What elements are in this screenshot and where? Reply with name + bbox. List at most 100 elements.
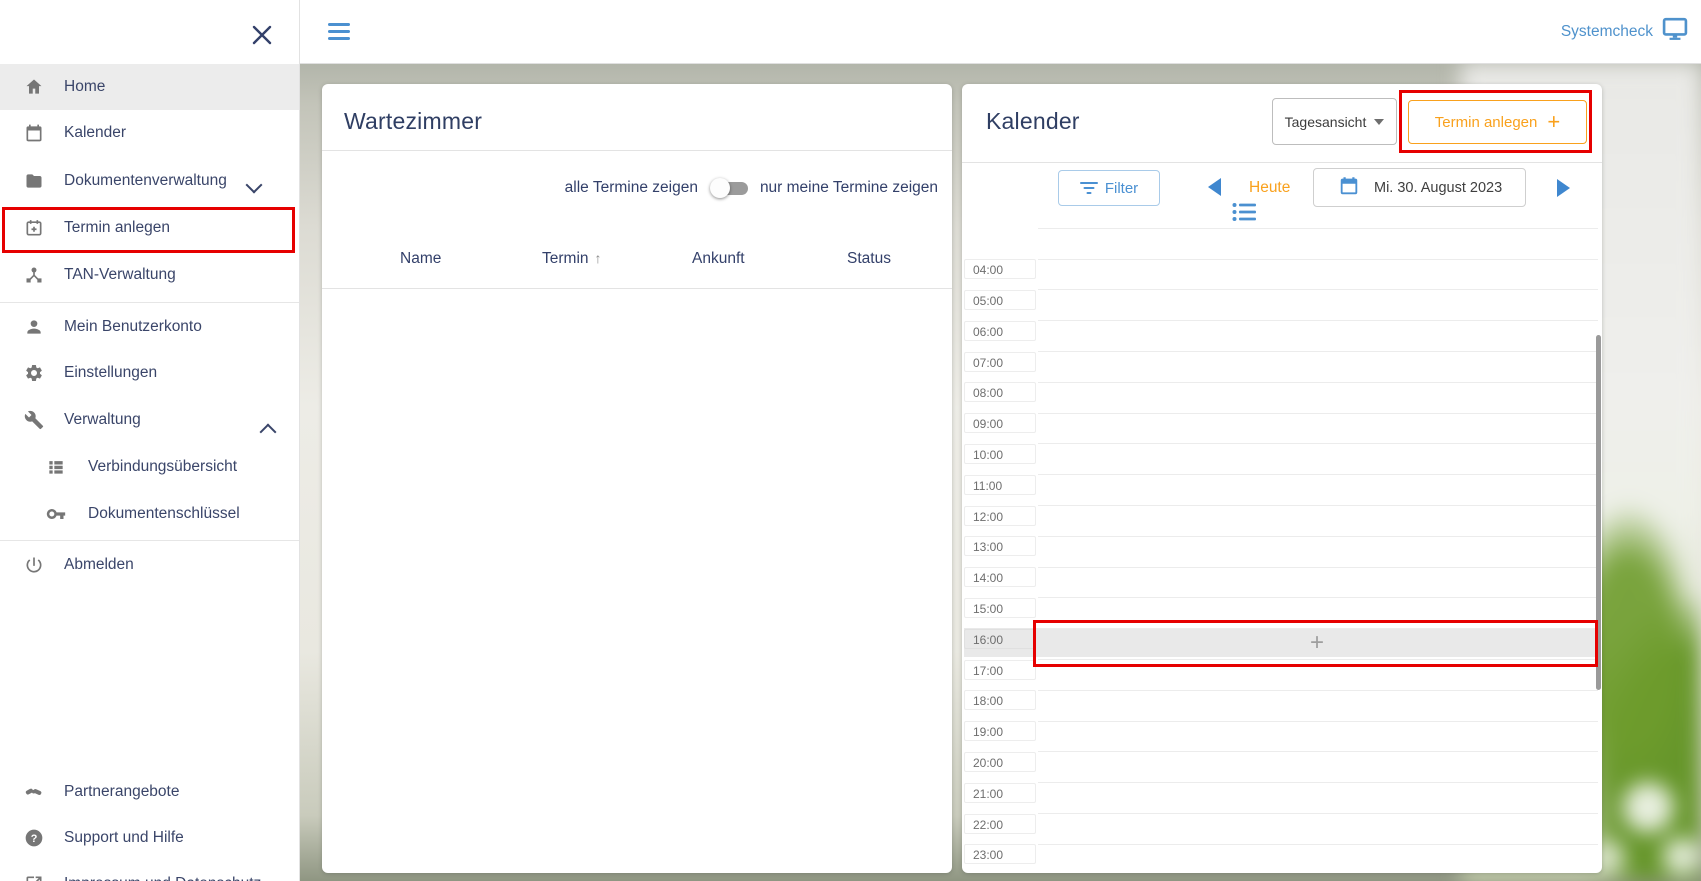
calendar-hour-line <box>1038 413 1598 414</box>
help-icon: ? <box>24 828 44 848</box>
time-label: 12:00 <box>964 506 1036 526</box>
sidebar-item-dokumentenschluessel[interactable]: Dokumentenschlüssel <box>0 491 299 537</box>
waiting-room-panel: Wartezimmer alle Termine zeigen nur mein… <box>322 84 952 873</box>
calendar-hour-line <box>1038 289 1598 290</box>
sidebar-item-label: Partnerangebote <box>64 783 179 801</box>
power-icon <box>24 555 44 575</box>
calendar-hour-line <box>1038 628 1598 629</box>
calendar-scrollbar[interactable] <box>1596 335 1601 690</box>
gear-icon <box>24 363 44 383</box>
monitor-icon <box>1661 17 1689 46</box>
toggle-left-label: alle Termine zeigen <box>565 179 698 197</box>
time-label: 08:00 <box>964 382 1036 402</box>
sidebar-item-label: Impressum und Datenschutz <box>64 875 261 881</box>
panel-divider <box>322 150 952 151</box>
close-icon[interactable] <box>250 23 274 47</box>
my-appointments-toggle[interactable] <box>710 178 748 198</box>
time-label: 23:00 <box>964 844 1036 864</box>
sidebar-item-abmelden[interactable]: Abmelden <box>0 542 299 588</box>
time-label: 22:00 <box>964 814 1036 834</box>
time-label: 05:00 <box>964 290 1036 310</box>
time-label: 20:00 <box>964 752 1036 772</box>
column-header-name: Name <box>400 250 441 270</box>
calendar-icon <box>24 123 44 143</box>
svg-text:?: ? <box>31 833 38 845</box>
sidebar-item-dokumentenverwaltung[interactable]: Dokumentenverwaltung <box>0 158 299 204</box>
column-header-status: Status <box>847 250 891 270</box>
sidebar-item-label: Kalender <box>64 124 126 142</box>
time-label: 13:00 <box>964 536 1036 556</box>
add-appointment-plus-icon[interactable]: + <box>1310 629 1324 657</box>
time-label: 04:00 <box>964 259 1036 279</box>
sidebar-item-label: Dokumentenverwaltung <box>64 172 227 190</box>
time-label: 19:00 <box>964 721 1036 741</box>
sidebar-item-label: Verwaltung <box>64 411 141 429</box>
chevron-down-icon <box>238 178 260 196</box>
key-icon <box>46 504 66 524</box>
sidebar-item-support-hilfe[interactable]: ? Support und Hilfe <box>0 815 299 861</box>
column-header-ankunft: Ankunft <box>692 250 745 270</box>
calendar-plus-icon <box>24 218 44 238</box>
sidebar-item-verbindungsuebersicht[interactable]: Verbindungsübersicht <box>0 444 299 490</box>
sort-arrow-icon: ↑ <box>595 250 602 266</box>
calendar-hour-line <box>1038 536 1598 537</box>
calendar-panel: Kalender Tagesansicht Termin anlegen + F… <box>962 84 1602 873</box>
folder-icon <box>24 171 44 191</box>
time-label: 17:00 <box>964 660 1036 680</box>
calendar-hour-line <box>1038 505 1598 506</box>
calendar-grid: 04:0005:0006:0007:0008:0009:0010:0011:00… <box>962 84 1602 873</box>
calendar-hour-line <box>1038 567 1598 568</box>
calendar-hour-line <box>1038 320 1598 321</box>
sidebar-item-label: Home <box>64 78 105 96</box>
appointments-toggle-row: alle Termine zeigen nur meine Termine ze… <box>565 174 938 202</box>
time-label: 14:00 <box>964 567 1036 587</box>
calendar-hour-line <box>1038 721 1598 722</box>
calendar-hour-line <box>1038 782 1598 783</box>
calendar-slot-highlighted[interactable] <box>964 628 1598 657</box>
person-icon <box>24 317 44 337</box>
table-header-divider <box>322 288 952 289</box>
sidebar-item-label: Support und Hilfe <box>64 829 184 847</box>
sidebar-item-partnerangebote[interactable]: Partnerangebote <box>0 769 299 815</box>
sidebar-item-einstellungen[interactable]: Einstellungen <box>0 350 299 396</box>
time-label: 06:00 <box>964 321 1036 341</box>
time-label: 16:00 <box>964 629 1036 649</box>
sidebar-item-label: TAN-Verwaltung <box>64 266 176 284</box>
sidebar-divider <box>0 540 299 541</box>
sidebar-item-label: Verbindungsübersicht <box>88 458 237 476</box>
time-label: 11:00 <box>964 475 1036 495</box>
systemcheck-link[interactable]: Systemcheck <box>1561 0 1693 63</box>
external-link-icon <box>24 874 44 881</box>
sidebar-item-verwaltung[interactable]: Verwaltung <box>0 397 299 443</box>
sidebar-item-benutzerkonto[interactable]: Mein Benutzerkonto <box>0 304 299 350</box>
sidebar-item-label: Termin anlegen <box>64 219 170 237</box>
calendar-hour-line <box>1038 659 1598 660</box>
calendar-hour-line <box>1038 259 1598 260</box>
sidebar-item-home[interactable]: Home <box>0 64 299 110</box>
calendar-hour-line <box>1038 813 1598 814</box>
sidebar-item-kalender[interactable]: Kalender <box>0 110 299 156</box>
calendar-hour-line <box>1038 474 1598 475</box>
sidebar-item-clipped-bottom[interactable]: Impressum und Datenschutz <box>0 861 299 881</box>
sidebar: Home Kalender Dokumentenverwaltung Termi… <box>0 0 300 881</box>
calendar-hour-line <box>1038 443 1598 444</box>
list-icon <box>46 457 66 477</box>
hamburger-menu-icon[interactable] <box>328 23 350 40</box>
systemcheck-label: Systemcheck <box>1561 23 1653 41</box>
column-header-termin[interactable]: Termin↑ <box>542 250 602 270</box>
time-label: 18:00 <box>964 690 1036 710</box>
sidebar-item-label: Einstellungen <box>64 364 157 382</box>
time-label: 10:00 <box>964 444 1036 464</box>
calendar-hour-line <box>1038 844 1598 845</box>
toggle-right-label: nur meine Termine zeigen <box>760 179 938 197</box>
sidebar-item-label: Mein Benutzerkonto <box>64 318 202 336</box>
wrench-icon <box>24 410 44 430</box>
calendar-hour-line <box>1038 351 1598 352</box>
sidebar-item-termin-anlegen[interactable]: Termin anlegen <box>0 205 299 251</box>
time-label: 21:00 <box>964 783 1036 803</box>
calendar-hour-line <box>1038 382 1598 383</box>
calendar-hour-line <box>1038 751 1598 752</box>
sidebar-item-label: Dokumentenschlüssel <box>88 505 240 523</box>
sidebar-item-tan-verwaltung[interactable]: TAN-Verwaltung <box>0 252 299 298</box>
time-label: 07:00 <box>964 352 1036 372</box>
